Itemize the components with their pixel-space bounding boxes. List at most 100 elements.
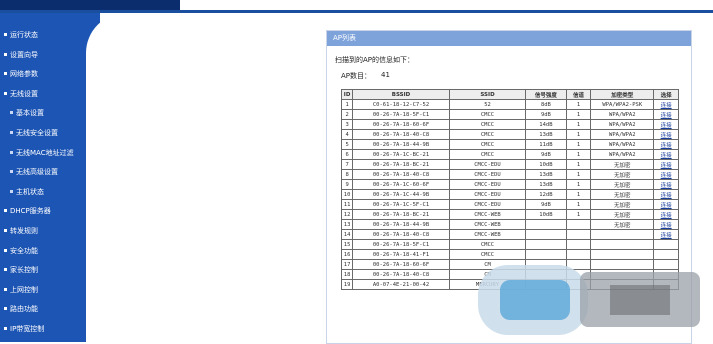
table-cell: 00-26-7A-18-44-9B (352, 139, 450, 150)
sidebar-item[interactable]: 运行状态 (0, 27, 99, 43)
table-cell: 1 (340, 99, 354, 110)
table-cell: CMCC (448, 239, 527, 250)
table-cell: 00-26-7A-1C-60-6F (352, 179, 450, 190)
sidebar-item[interactable]: 无线设置 (0, 86, 99, 102)
sidebar-item[interactable]: 安全功能 (0, 243, 99, 259)
table-cell: 1 (565, 169, 592, 180)
table-cell: 无加密 (590, 209, 655, 220)
sidebar: 运行状态设置向导网络参数无线设置基本设置无线安全设置无线MAC地址过滤无线高级设… (0, 13, 126, 342)
sidebar-item[interactable]: 上网控制 (0, 282, 99, 298)
connect-link[interactable]: 连接 (653, 139, 679, 150)
sidebar-item[interactable]: IP带宽控制 (0, 321, 99, 337)
table-cell: 1 (565, 99, 592, 110)
table-cell: 10dB (525, 209, 567, 220)
bullet-icon (4, 287, 7, 291)
connect-link[interactable]: 连接 (653, 199, 679, 210)
sidebar-item[interactable]: 转发规则 (0, 223, 99, 239)
table-cell: CMCC (448, 129, 527, 140)
table-cell: WPA/WPA2 (590, 109, 655, 120)
table-cell: WPA/WPA2 (590, 119, 655, 130)
connect-link[interactable]: 连接 (653, 109, 679, 120)
ap-count-label: AP数目： (341, 72, 372, 80)
table-cell: CMCC-EDU (448, 169, 527, 180)
ap-count-value: 41 (381, 71, 390, 79)
sidebar-item[interactable]: 无线MAC地址过滤 (0, 145, 105, 161)
blur-overlay-blue (500, 280, 570, 320)
bullet-icon (4, 209, 7, 213)
table-cell: 7 (340, 159, 354, 170)
panel-title: AP列表 (327, 31, 691, 46)
table-cell: CMCC (448, 139, 527, 150)
scan-intro: 扫描到的AP的信息如下： (335, 56, 415, 64)
sidebar-item[interactable]: 基本设置 (0, 105, 105, 121)
table-row: 16 00-26-7A-18-41-F1 CMCC (340, 249, 679, 260)
sidebar-item[interactable]: DHCP服务器 (0, 203, 99, 219)
table-cell: 52 (448, 99, 527, 110)
sidebar-item-label: 无线安全设置 (16, 129, 58, 137)
column-header: 信道 (565, 89, 592, 100)
column-header: SSID (448, 89, 527, 100)
bullet-icon (4, 307, 7, 311)
connect-link[interactable]: 连接 (653, 209, 679, 220)
table-cell: CMCC-WEB (448, 229, 527, 240)
sidebar-item[interactable]: 主机状态 (0, 184, 105, 200)
table-row: 8 00-26-7A-18-40-C8 CMCC-EDU 13dB 1 无加密 连接 (340, 169, 679, 180)
connect-link[interactable]: 连接 (653, 189, 679, 200)
table-cell (590, 229, 655, 240)
table-row: 9 00-26-7A-1C-60-6F CMCC-EDU 13dB 1 无加密 连接 (340, 179, 679, 190)
table-cell: CMCC-EDU (448, 179, 527, 190)
sidebar-item-label: 无线设置 (10, 89, 38, 98)
table-cell: 00-26-7A-18-5F-C1 (352, 239, 450, 250)
bullet-icon (10, 131, 13, 134)
table-cell: 12 (340, 209, 354, 220)
connect-link[interactable]: 连接 (653, 169, 679, 180)
sidebar-item[interactable]: 无线高级设置 (0, 164, 105, 180)
table-cell: WPA/WPA2-PSK (590, 99, 655, 110)
connect-link[interactable]: 连接 (653, 229, 679, 240)
table-cell: CMCC (448, 149, 527, 160)
table-cell: WPA/WPA2 (590, 149, 655, 160)
table-cell: 14 (340, 229, 354, 240)
table-row: 2 00-26-7A-18-5F-C1 CMCC 9dB 1 WPA/WPA2 连接 (340, 109, 679, 120)
sidebar-item[interactable]: 网络参数 (0, 66, 99, 82)
table-cell (590, 239, 655, 250)
table-cell: CMCC-WEB (448, 209, 527, 220)
bullet-icon (4, 327, 7, 330)
connect-link[interactable]: 连接 (653, 119, 679, 130)
banner-divider (0, 10, 713, 13)
banner-strip (0, 0, 180, 10)
table-cell: 00-26-7A-18-40-C8 (352, 229, 450, 240)
table-cell: 13dB (525, 169, 567, 180)
table-cell: 3 (340, 119, 354, 130)
table-cell: 9dB (525, 199, 567, 210)
sidebar-item[interactable]: 家长控制 (0, 262, 99, 278)
sidebar-item[interactable]: 无线安全设置 (0, 125, 105, 141)
table-row: 12 00-26-7A-18-BC-21 CMCC-WEB 10dB 1 无加密 连接 (340, 209, 679, 220)
connect-link[interactable]: 连接 (653, 159, 679, 170)
connect-link[interactable]: 连接 (653, 129, 679, 140)
table-cell: 10dB (525, 159, 567, 170)
table-cell: 6 (340, 149, 354, 160)
table-cell: CMCC-WEB (448, 219, 527, 230)
connect-link[interactable]: 连接 (653, 219, 679, 230)
table-row: 3 00-26-7A-18-60-6F CMCC 14dB 1 WPA/WPA2 连接 (340, 119, 679, 130)
table-cell (525, 229, 567, 240)
table-row: 1 C0-61-18-12-C7-52 52 8dB 1 WPA/WPA2-PSK 连接 (340, 99, 679, 110)
connect-link[interactable]: 连接 (653, 99, 679, 110)
sidebar-item-label: 主机状态 (16, 187, 44, 196)
table-cell: 00-26-7A-18-5F-C1 (352, 109, 450, 120)
sidebar-item-label: DHCP服务器 (10, 207, 51, 216)
sidebar-item[interactable]: 设置向导 (0, 47, 99, 63)
connect-link[interactable]: 连接 (653, 179, 679, 190)
table-cell: 19 (340, 279, 354, 290)
connect-link[interactable]: 连接 (653, 149, 679, 160)
sidebar-item[interactable]: 路由功能 (0, 301, 99, 317)
table-cell (565, 229, 592, 240)
table-cell: 无加密 (590, 179, 655, 190)
table-cell: 1 (565, 209, 592, 220)
bullet-icon (4, 33, 7, 36)
sidebar-item-label: 无线高级设置 (16, 168, 58, 177)
table-cell: 00-26-7A-18-BC-21 (352, 209, 450, 220)
table-cell (590, 249, 655, 260)
table-cell: 13dB (525, 129, 567, 140)
